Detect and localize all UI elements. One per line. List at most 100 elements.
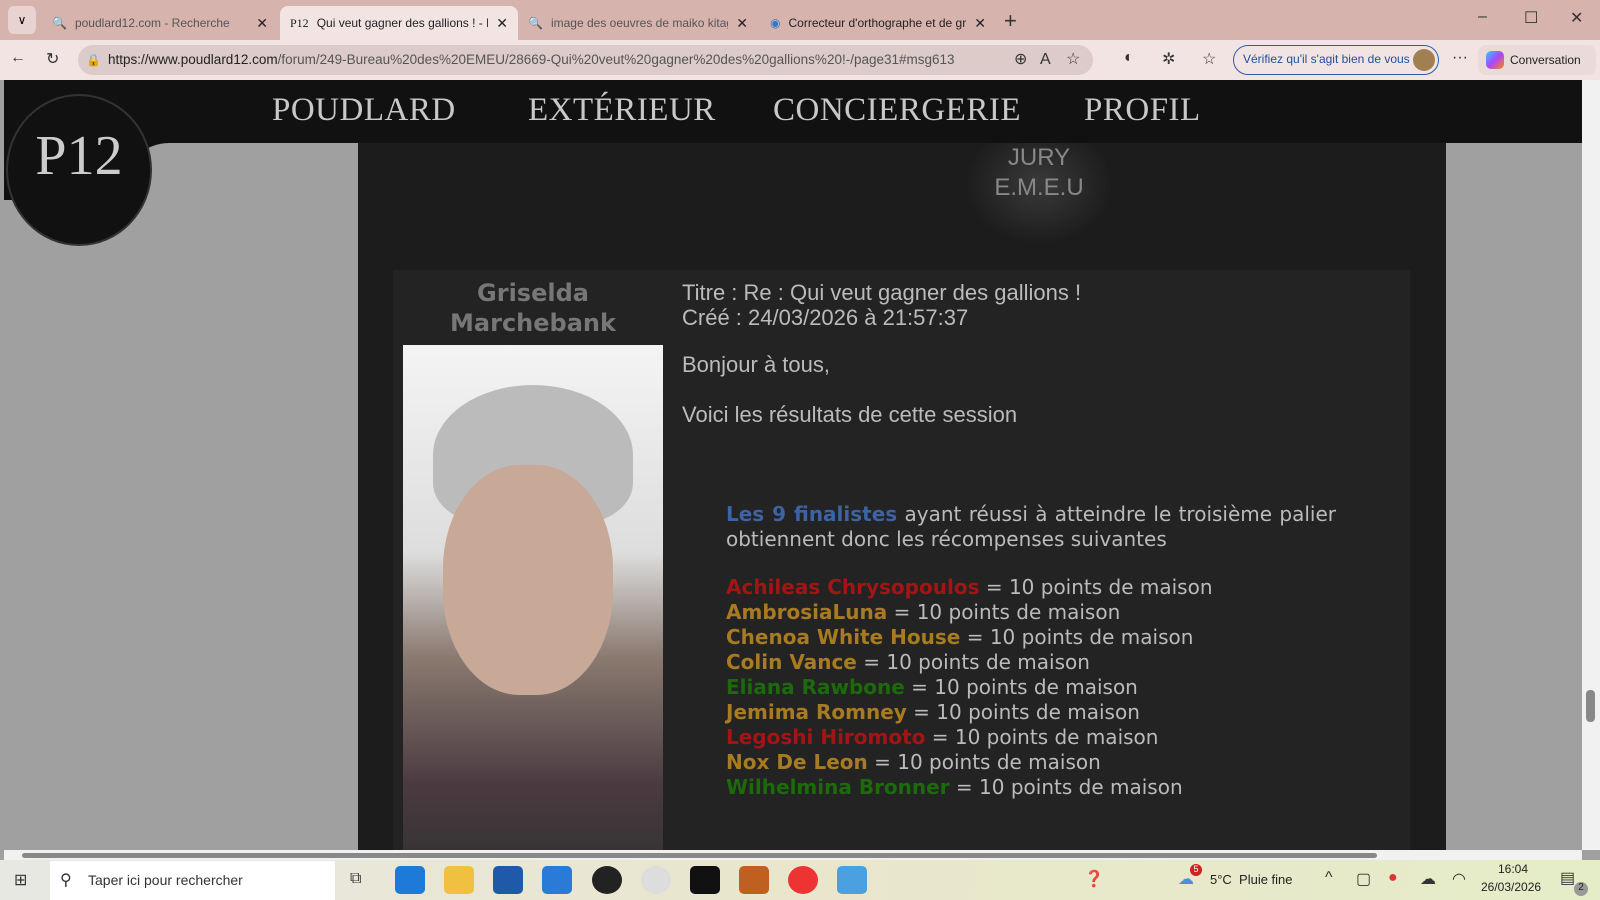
clock-date[interactable]: 26/03/2026 bbox=[1481, 880, 1541, 894]
winner-name: Legoshi Hiromoto bbox=[726, 725, 926, 749]
search-app-icon[interactable] bbox=[837, 866, 867, 894]
maximize-icon[interactable]: ☐ bbox=[1524, 8, 1538, 28]
nav-exterieur[interactable]: EXTÉRIEUR bbox=[528, 92, 716, 129]
refresh-icon[interactable]: ↻ bbox=[46, 49, 59, 69]
winner-name: Eliana Rawbone bbox=[726, 675, 905, 699]
post-author[interactable]: Griselda Marchebank bbox=[393, 278, 673, 338]
taskbar: ⊞ ⚲ Taper ici pour rechercher ⧉ ❓ ☁ 5 5°C… bbox=[0, 860, 1600, 900]
winner-name: Achileas Chrysopoulos bbox=[726, 575, 980, 599]
tab-actions-chevron-icon[interactable]: ∨ bbox=[8, 6, 36, 34]
favorite-star-icon[interactable]: ☆ bbox=[1066, 45, 1080, 75]
tab-forum[interactable]: P12 Qui veut gagner des gallions ! - Bu ✕ bbox=[280, 6, 518, 40]
notification-count: 2 bbox=[1574, 882, 1588, 896]
search-icon: 🔍 bbox=[528, 16, 543, 30]
winner-row: Eliana Rawbone = 10 points de maison bbox=[726, 675, 1213, 700]
winner-row: Jemima Romney = 10 points de maison bbox=[726, 700, 1213, 725]
nav-conciergerie[interactable]: CONCIERGERIE bbox=[773, 92, 1021, 129]
avatar bbox=[1413, 49, 1435, 71]
more-icon[interactable]: ··· bbox=[1452, 49, 1468, 67]
camera-tray-icon[interactable]: ▢ bbox=[1356, 869, 1371, 889]
security-app-icon[interactable] bbox=[739, 866, 769, 894]
content-column: JURY E.M.E.U Griselda Marchebank Titre : … bbox=[358, 123, 1446, 850]
winner-name: Wilhelmina Bronner bbox=[726, 775, 950, 799]
outlook-icon[interactable] bbox=[542, 866, 572, 894]
web-page: JURY E.M.E.U Griselda Marchebank Titre : … bbox=[4, 80, 1582, 850]
copilot-icon bbox=[1486, 51, 1504, 69]
site-logo[interactable]: P12 bbox=[6, 94, 152, 246]
intro-text: Voici les résultats de cette session bbox=[682, 402, 1018, 427]
weather-badge: 5 bbox=[1190, 864, 1202, 876]
taskbar-search-input[interactable]: ⚲ Taper ici pour rechercher bbox=[50, 861, 335, 900]
winner-row: Nox De Leon = 10 points de maison bbox=[726, 750, 1213, 775]
vertical-scroll-thumb[interactable] bbox=[1586, 690, 1595, 722]
winner-reward: = 10 points de maison bbox=[856, 650, 1090, 674]
winner-reward: = 10 points de maison bbox=[904, 675, 1138, 699]
tab-corrector[interactable]: ◉ Correcteur d'orthographe et de gr ✕ bbox=[760, 6, 996, 40]
nav-poudlard[interactable]: POUDLARD bbox=[272, 92, 456, 129]
edge-icon[interactable] bbox=[395, 866, 425, 894]
winners-list: Achileas Chrysopoulos = 10 points de mai… bbox=[726, 575, 1213, 800]
chevron-up-icon[interactable]: ^ bbox=[1325, 869, 1333, 887]
author-avatar-image bbox=[403, 345, 663, 850]
read-aloud-icon[interactable]: A bbox=[1040, 45, 1051, 75]
forum-post: Griselda Marchebank Titre : Re : Qui veu… bbox=[393, 270, 1410, 850]
p12-favicon: P12 bbox=[290, 15, 309, 30]
winner-name: Chenoa White House bbox=[726, 625, 961, 649]
finalists-paragraph: Les 9 finalistes ayant réussi à atteindr… bbox=[726, 502, 1336, 551]
tab-image-search[interactable]: 🔍 image des oeuvres de maiko kitag ✕ bbox=[518, 6, 758, 40]
close-tab-icon[interactable]: ✕ bbox=[496, 15, 508, 32]
red-tray-icon[interactable]: ● bbox=[1388, 869, 1398, 887]
file-explorer-icon[interactable] bbox=[444, 866, 474, 894]
close-tab-icon[interactable]: ✕ bbox=[974, 15, 986, 32]
clock-time[interactable]: 16:04 bbox=[1498, 862, 1528, 876]
winner-reward: = 10 points de maison bbox=[949, 775, 1183, 799]
url-input[interactable]: 🔒 https://www.poudlard12.com/forum/249-Bu… bbox=[78, 45, 1093, 75]
media-app-icon[interactable] bbox=[592, 866, 622, 894]
winner-reward: = 10 points de maison bbox=[887, 600, 1121, 624]
winner-reward: = 10 points de maison bbox=[906, 700, 1140, 724]
lock-icon: 🔒 bbox=[86, 53, 101, 67]
winner-reward: = 10 points de maison bbox=[925, 725, 1159, 749]
camera-app-icon[interactable] bbox=[690, 866, 720, 894]
winner-reward: = 10 points de maison bbox=[979, 575, 1213, 599]
hp-icon[interactable] bbox=[641, 866, 671, 894]
search-icon: 🔍 bbox=[52, 16, 67, 30]
close-tab-icon[interactable]: ✕ bbox=[256, 15, 268, 32]
winner-row: Wilhelmina Bronner = 10 points de maison bbox=[726, 775, 1213, 800]
copilot-conversation-button[interactable]: Conversation bbox=[1478, 45, 1596, 75]
store-icon[interactable] bbox=[493, 866, 523, 894]
winner-row: Colin Vance = 10 points de maison bbox=[726, 650, 1213, 675]
new-tab-icon[interactable]: + bbox=[1004, 8, 1017, 34]
red-app-icon[interactable] bbox=[788, 866, 818, 894]
wifi-icon[interactable]: ◠ bbox=[1452, 869, 1466, 889]
notifications-icon[interactable]: ▤ bbox=[1560, 868, 1575, 888]
zoom-icon[interactable]: ⊕ bbox=[1014, 45, 1027, 75]
tab-bar: ∨ 🔍 poudlard12.com - Recherche ✕ P12 Qui ve… bbox=[0, 0, 1600, 40]
winner-reward: = 10 points de maison bbox=[867, 750, 1101, 774]
verify-profile-button[interactable]: Vérifiez qu'il s'agit bien de vous bbox=[1233, 45, 1439, 75]
windows-start-icon[interactable]: ⊞ bbox=[14, 870, 27, 890]
close-window-icon[interactable]: ✕ bbox=[1570, 8, 1583, 28]
tab-search[interactable]: 🔍 poudlard12.com - Recherche ✕ bbox=[42, 6, 278, 40]
minimize-icon[interactable]: – bbox=[1478, 8, 1487, 26]
nav-profil[interactable]: PROFIL bbox=[1084, 92, 1201, 129]
task-view-icon[interactable]: ⧉ bbox=[350, 870, 361, 888]
winner-name: AmbrosiaLuna bbox=[726, 600, 888, 624]
winner-name: Jemima Romney bbox=[726, 700, 907, 724]
weather-text[interactable]: 5°C Pluie fine bbox=[1210, 872, 1293, 887]
back-icon[interactable]: ← bbox=[10, 49, 26, 67]
greeting: Bonjour à tous, bbox=[682, 352, 830, 377]
winner-row: Achileas Chrysopoulos = 10 points de mai… bbox=[726, 575, 1213, 600]
horizontal-scroll-thumb[interactable] bbox=[22, 853, 1377, 858]
address-toolbar: ← ↻ 🔒 https://www.poudlard12.com/forum/24… bbox=[0, 40, 1600, 80]
onedrive-icon[interactable]: ☁ bbox=[1420, 869, 1436, 889]
winner-row: AmbrosiaLuna = 10 points de maison bbox=[726, 600, 1213, 625]
browser-essentials-icon[interactable]: ◐ bbox=[1124, 49, 1134, 67]
extensions-icon[interactable]: ✲ bbox=[1162, 49, 1175, 69]
winner-reward: = 10 points de maison bbox=[960, 625, 1194, 649]
vertical-scrollbar[interactable] bbox=[1582, 80, 1600, 850]
close-tab-icon[interactable]: ✕ bbox=[736, 15, 748, 32]
help-icon[interactable]: ❓ bbox=[1084, 869, 1104, 889]
favorites-icon[interactable]: ☆ bbox=[1202, 49, 1216, 69]
corrector-favicon: ◉ bbox=[770, 16, 781, 30]
